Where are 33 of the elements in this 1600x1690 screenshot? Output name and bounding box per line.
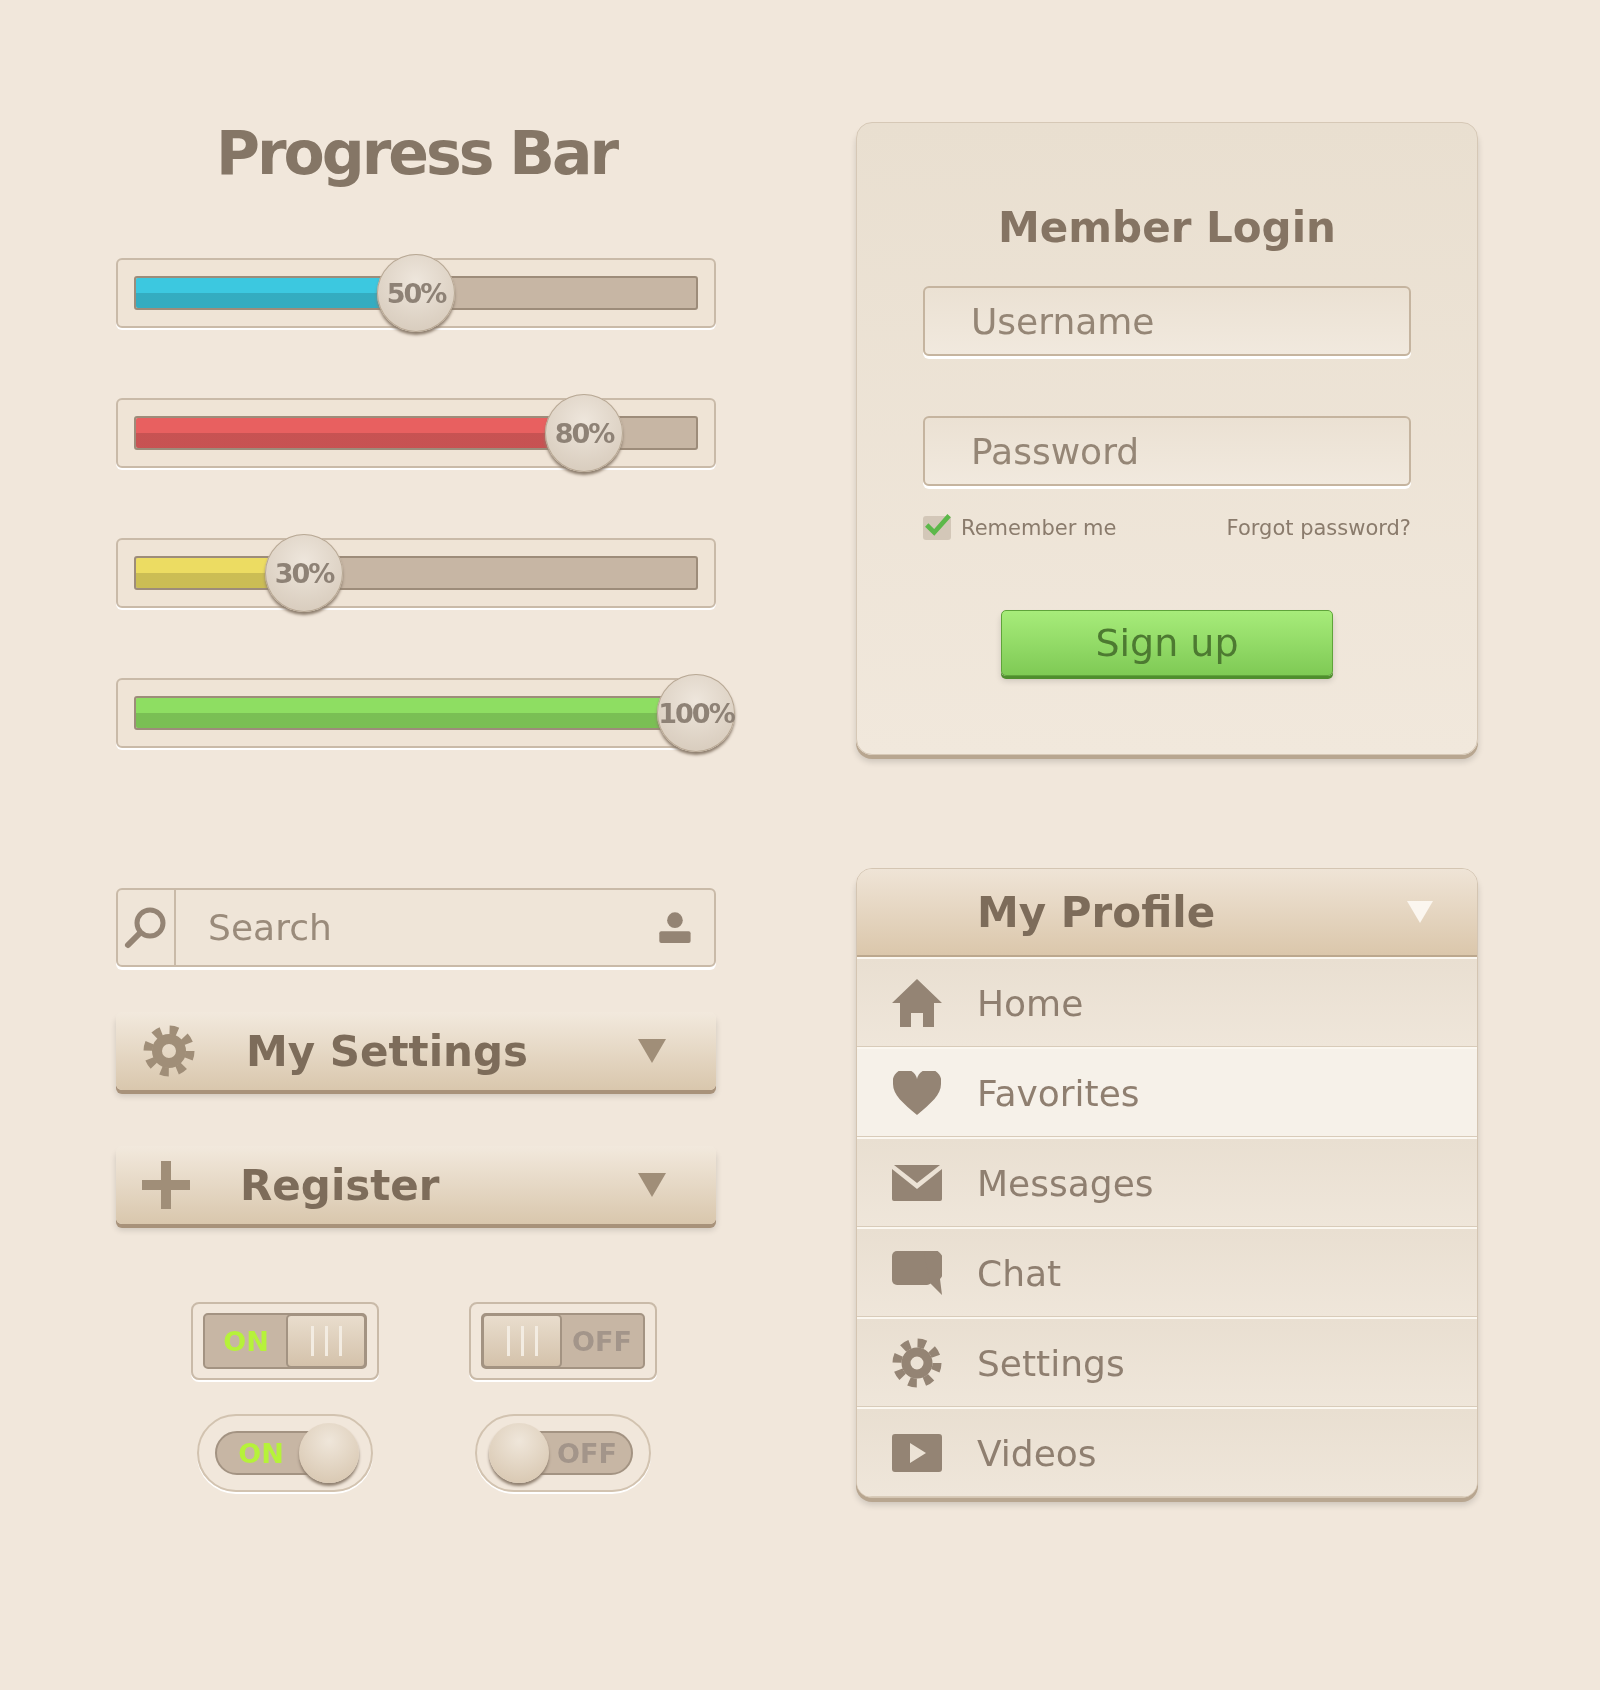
search-input[interactable]: Search [176, 906, 659, 949]
forgot-password-link[interactable]: Forgot password? [1226, 516, 1411, 540]
menu-title: My Profile [977, 887, 1216, 937]
caret-icon [1407, 901, 1433, 923]
envelope-icon [892, 1165, 942, 1201]
caret-icon [638, 1173, 666, 1197]
progress-knob[interactable]: 80% [545, 394, 623, 472]
username-field[interactable]: Username [923, 286, 1411, 356]
menu-item[interactable]: Chat [857, 1227, 1477, 1317]
gear-icon [142, 1024, 196, 1078]
house-icon [892, 979, 942, 1027]
menu-item[interactable]: Videos [857, 1407, 1477, 1497]
plus-icon [142, 1161, 190, 1209]
search-field[interactable]: Search [116, 888, 716, 967]
menu-header[interactable]: My Profile [857, 869, 1477, 957]
menu-item[interactable]: Favorites [857, 1047, 1477, 1137]
play-icon [892, 1434, 942, 1472]
password-field[interactable]: Password [923, 416, 1411, 486]
sign-up-button[interactable]: Sign up [1001, 610, 1333, 676]
remember-label: Remember me [961, 516, 1117, 540]
gear-icon [891, 1337, 943, 1389]
caret-icon [638, 1039, 666, 1063]
progress-knob[interactable]: 100% [657, 674, 735, 752]
chat-icon [892, 1251, 942, 1295]
login-title: Member Login [997, 203, 1337, 252]
progress-knob[interactable]: 30% [265, 534, 343, 612]
menu-item[interactable]: Home [857, 957, 1477, 1047]
progress-knob[interactable]: 50% [377, 254, 455, 332]
menu-item[interactable]: Messages [857, 1137, 1477, 1227]
section-title: Progress Bar [214, 118, 618, 190]
menu-item[interactable]: Settings [857, 1317, 1477, 1407]
remember-checkbox[interactable] [923, 516, 951, 540]
heart-icon [893, 1071, 941, 1115]
